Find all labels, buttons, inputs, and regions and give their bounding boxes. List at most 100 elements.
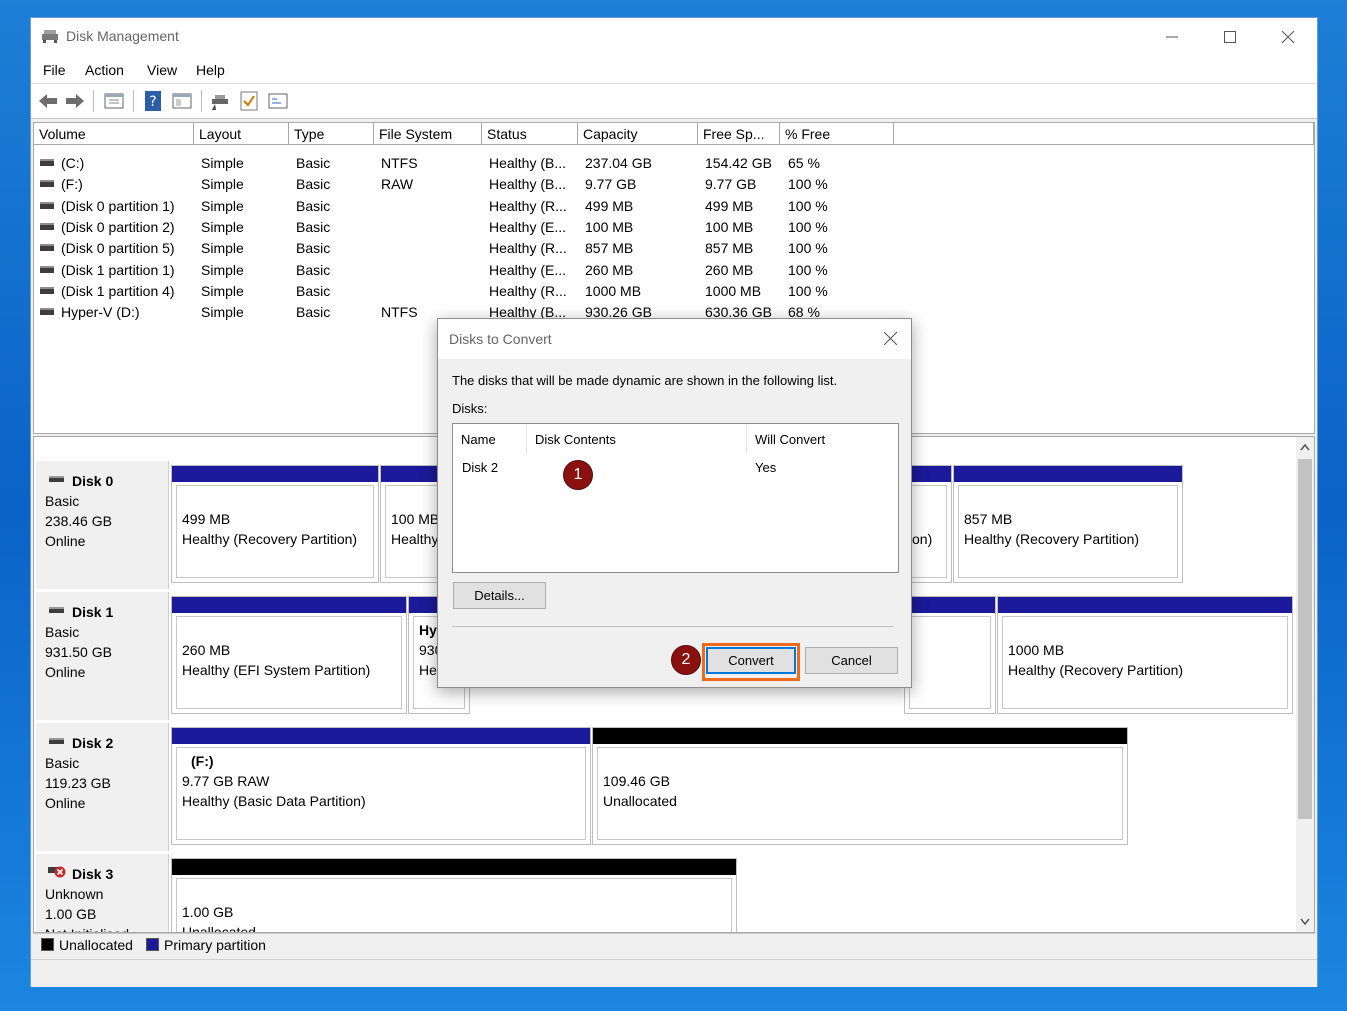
console-icon[interactable] [171,90,193,112]
volume-type: Basic [296,218,331,235]
partition-f-drive[interactable]: (F:) 9.77 GB RAW Healthy (Basic Data Par… [171,727,591,845]
volume-row[interactable]: (Disk 1 partition 4) Simple Basic Healthy (… [34,281,1314,302]
forward-arrow-icon[interactable] [64,90,86,112]
partition[interactable]: 260 MB Healthy (EFI System Partition) [171,596,407,714]
partition-volume-label: (F:) [191,753,214,769]
disks-list[interactable]: Name Disk Contents Will Convert Disk 2 Y… [452,423,899,573]
details-button[interactable]: Details... [453,582,546,609]
disk-row-name[interactable]: Disk 2 [462,460,498,475]
volume-free-space: 1000 MB [705,282,762,299]
volume-row[interactable]: (Disk 1 partition 1) Simple Basic Healthy (… [34,260,1314,281]
menu-action[interactable]: Action [85,62,124,78]
volume-free-space: 100 MB [705,218,754,235]
primary-partition-bar [172,597,406,613]
convert-button-highlight [702,643,800,681]
volume-free-space: 499 MB [705,197,754,214]
column-header-volume[interactable]: Volume [34,123,194,145]
volume-row[interactable]: (C:) Simple Basic NTFS Healthy (B... 237.04 G… [34,153,1314,174]
dialog-info-text: The disks that will be made dynamic are … [452,373,838,388]
volume-filesystem: RAW [381,176,414,193]
volume-layout: Simple [201,240,244,257]
toolbar-separator [201,90,202,112]
column-header-name[interactable]: Name [453,424,527,454]
partition-status: Healthy (Recovery Partition) [182,531,358,547]
disk-pane-scrollbar[interactable] [1296,437,1314,932]
connect-icon[interactable] [209,90,231,112]
cancel-button[interactable]: Cancel [805,647,898,674]
volume-capacity: 237.04 GB [585,155,652,171]
volume-name: (C:) [61,155,85,171]
volume-percent-free: 100 % [788,176,828,193]
disk-type: Basic [45,624,80,640]
disk-size: 238.46 GB [45,513,112,529]
partition-inner: 109.46 GB Unallocated [597,747,1123,840]
unallocated-space[interactable]: 109.46 GB Unallocated [592,727,1128,845]
volume-drive-icon [40,265,54,273]
column-header-disk-contents[interactable]: Disk Contents [527,424,747,454]
disk-size: 931.50 GB [45,644,112,660]
disks-to-convert-dialog: Disks to Convert The disks that will be … [437,318,912,688]
column-header-percent-free[interactable]: % Free [780,123,894,145]
scroll-up-icon[interactable] [1300,443,1310,451]
disk-icon [49,738,64,744]
volume-row[interactable]: (F:) Simple Basic RAW Healthy (B... 9.77 GB 9.… [34,174,1314,195]
disk-type: Basic [45,493,80,509]
minimize-button[interactable] [1143,18,1201,55]
disk-1-label[interactable]: Disk 1 Basic 931.50 GB Online [36,592,169,720]
partition-inner: on) [909,485,947,578]
disk-0-label[interactable]: Disk 0 Basic 238.46 GB Online [36,461,169,589]
partition-inner: 499 MB Healthy (Recovery Partition) [176,485,374,578]
volume-row[interactable]: (Disk 0 partition 1) Simple Basic Healthy (… [34,196,1314,217]
volume-name: (Disk 1 partition 4) [61,282,175,299]
partition[interactable]: 1000 MB Healthy (Recovery Partition) [997,596,1293,714]
disk-3-label[interactable]: Disk 3 Unknown 1.00 GB Not Initialised [36,854,169,932]
menu-view[interactable]: View [147,62,177,78]
primary-partition-bar [172,466,378,482]
back-arrow-icon[interactable] [37,90,59,112]
scrollbar-thumb[interactable] [1298,459,1312,819]
settings-icon[interactable] [267,90,289,112]
scroll-down-icon[interactable] [1300,918,1310,926]
unallocated-swatch [41,938,54,951]
volume-name: (Disk 0 partition 1) [61,197,175,214]
disk-name: Disk 3 [72,866,114,882]
column-header-will-convert[interactable]: Will Convert [747,424,897,454]
volume-layout: Simple [201,176,244,193]
partition-status: Healthy (EFI System Partition) [182,662,371,678]
column-header-type[interactable]: Type [289,123,374,145]
partition[interactable]: 499 MB Healthy (Recovery Partition) [171,465,379,583]
disk-name: Disk 1 [72,604,114,620]
menu-file[interactable]: File [43,62,66,78]
maximize-icon [1224,30,1236,43]
disk-row-will-convert: Yes [755,460,777,475]
column-header-file-system[interactable]: File System [374,123,482,145]
volume-name: (F:) [61,176,83,193]
volume-row[interactable]: (Disk 0 partition 2) Simple Basic Healthy (… [34,217,1314,238]
menu-help[interactable]: Help [196,62,225,78]
column-header-status[interactable]: Status [482,123,578,145]
column-header-free-space[interactable]: Free Sp... [698,123,780,145]
column-header-capacity[interactable]: Capacity [578,123,698,145]
partition-size: 9.77 GB RAW [182,773,270,789]
maximize-button[interactable] [1201,18,1259,55]
partition-size: 857 MB [964,511,1013,527]
dialog-close-icon[interactable] [884,332,897,345]
volume-capacity: 1000 MB [585,282,642,299]
unallocated-space[interactable]: 1.00 GB Unallocated [171,858,737,932]
partition-size: 109.46 GB [603,773,670,789]
properties-icon[interactable] [103,90,125,112]
column-header-layout[interactable]: Layout [194,123,289,145]
help-icon[interactable]: ? [143,90,163,112]
volume-type: Basic [296,240,331,257]
partition[interactable]: 857 MB Healthy (Recovery Partition) [953,465,1183,583]
check-icon[interactable] [239,90,259,112]
primary-partition-bar [905,597,995,613]
toolbar: ? [31,84,1317,119]
close-button[interactable] [1259,18,1317,55]
volume-row[interactable]: (Disk 0 partition 5) Simple Basic Healthy (… [34,238,1314,259]
disk-2-label[interactable]: Disk 2 Basic 119.23 GB Online [36,723,169,851]
partition[interactable] [904,596,996,714]
minimize-icon [1166,36,1178,37]
volume-type: Basic [296,197,331,214]
volume-percent-free: 100 % [788,197,828,214]
